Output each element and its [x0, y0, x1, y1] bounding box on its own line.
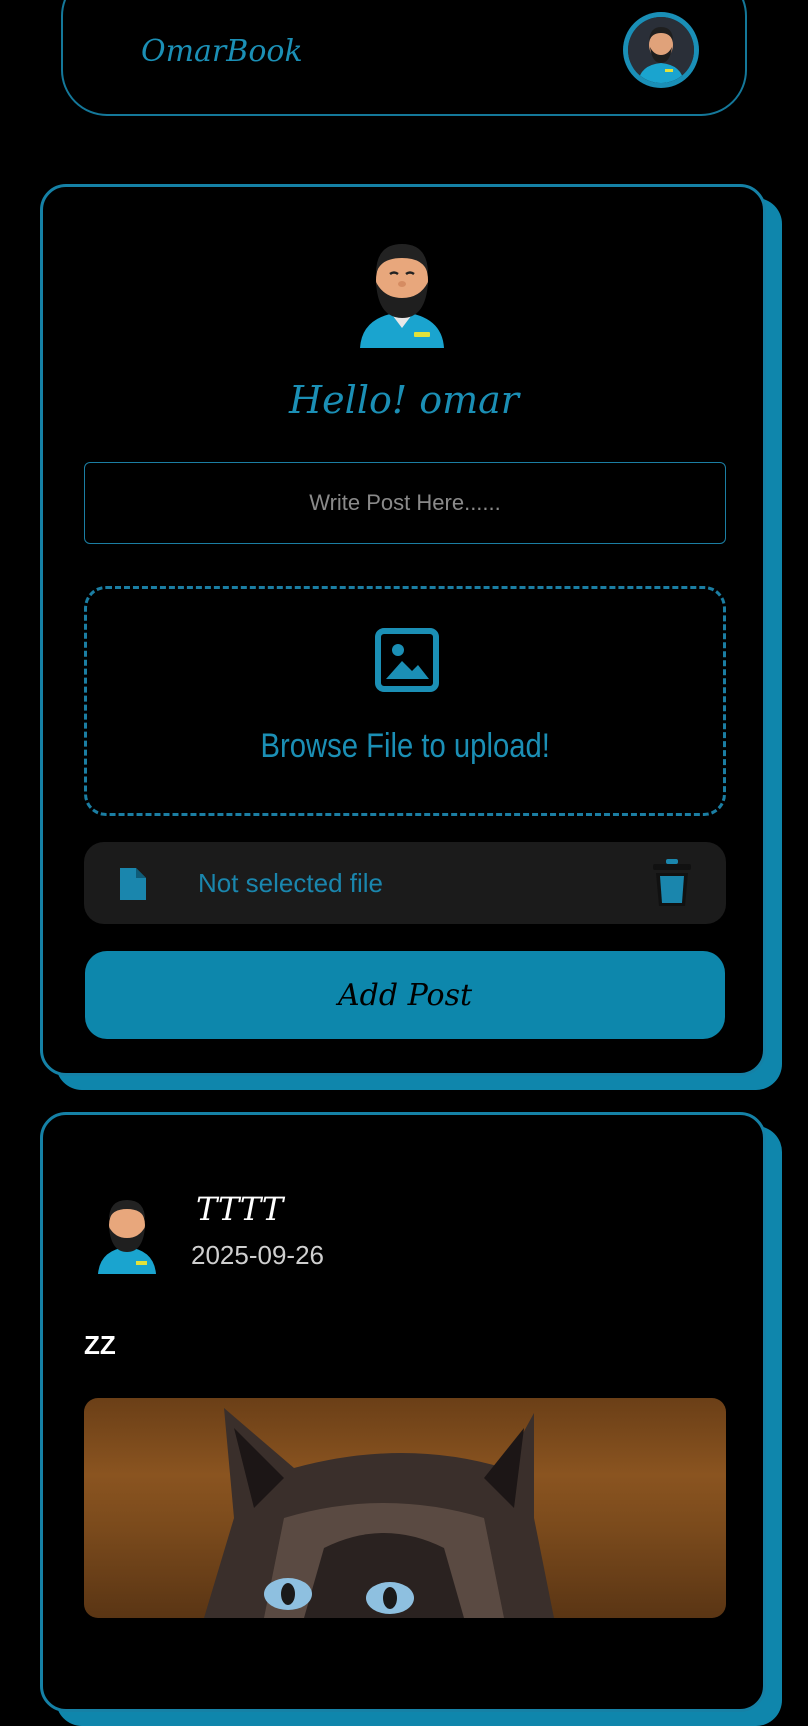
- post-image[interactable]: [84, 1398, 726, 1618]
- trash-icon[interactable]: [650, 858, 694, 908]
- greeting-title: Hello! omar: [289, 378, 519, 422]
- post-text-input[interactable]: [84, 462, 726, 544]
- user-avatar-icon: [628, 17, 694, 83]
- file-status-label: Not selected file: [198, 868, 383, 898]
- file-icon: [120, 868, 146, 900]
- user-avatar-icon: [360, 244, 444, 348]
- upload-label: Browse File to upload!: [260, 727, 550, 765]
- profile-avatar[interactable]: [623, 12, 699, 88]
- top-header: OmarBook: [61, 0, 747, 116]
- brand-logo[interactable]: OmarBook: [141, 34, 303, 69]
- cat-photo-icon: [204, 1408, 554, 1618]
- add-post-button[interactable]: Add Post: [85, 951, 725, 1039]
- post-body-text: ZZ: [84, 1330, 116, 1360]
- post-author-avatar-icon[interactable]: [96, 1192, 158, 1274]
- image-icon: [375, 628, 439, 692]
- post-date: 2025-09-26: [191, 1240, 324, 1270]
- post-author-name[interactable]: TTTT: [196, 1190, 283, 1228]
- selected-file-bar: Not selected file: [84, 842, 726, 924]
- file-upload-dropzone[interactable]: Browse File to upload!: [84, 586, 726, 816]
